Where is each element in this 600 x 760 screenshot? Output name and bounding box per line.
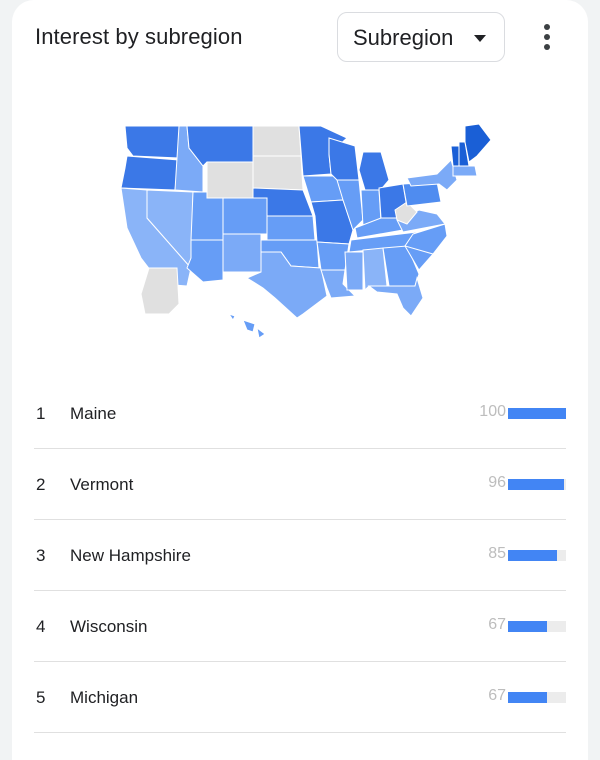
interest-bar xyxy=(508,621,566,632)
subregion-dropdown[interactable]: Subregion xyxy=(337,12,505,62)
interest-bar-fill xyxy=(508,550,558,561)
rank-number: 5 xyxy=(36,688,46,707)
interest-bar-fill xyxy=(508,692,547,703)
state-mississippi[interactable] xyxy=(344,251,364,291)
state-wisconsin[interactable] xyxy=(328,137,360,181)
more-options-button[interactable] xyxy=(538,22,558,52)
rank-number: 3 xyxy=(36,546,46,565)
state-maine[interactable] xyxy=(464,123,492,163)
state-hawaii[interactable] xyxy=(227,313,266,339)
state-alabama[interactable] xyxy=(362,247,388,292)
state-kansas[interactable] xyxy=(266,215,316,241)
interest-bar xyxy=(508,692,566,703)
more-vert-icon xyxy=(544,24,550,30)
state-vermont[interactable] xyxy=(450,145,460,167)
interest-bar-fill xyxy=(508,621,547,632)
ranking-row[interactable]: 1 Maine 100 xyxy=(34,378,566,449)
state-alaska[interactable] xyxy=(140,267,180,315)
state-arkansas[interactable] xyxy=(316,241,350,271)
interest-value: 85 xyxy=(488,545,506,562)
region-name: New Hampshire xyxy=(70,546,191,565)
interest-bar xyxy=(508,408,566,419)
card-header: Interest by subregion Subregion xyxy=(12,0,588,80)
state-north-dakota[interactable] xyxy=(252,125,302,157)
card-title: Interest by subregion xyxy=(35,24,243,49)
state-massachusetts[interactable] xyxy=(452,165,478,177)
choropleth-map xyxy=(120,123,492,339)
ranking-row[interactable]: 2 Vermont 96 xyxy=(34,449,566,520)
interest-bar xyxy=(508,550,566,561)
interest-value: 100 xyxy=(479,403,506,420)
rank-number: 1 xyxy=(36,404,46,423)
state-new-mexico[interactable] xyxy=(222,233,262,273)
more-vert-icon-dot xyxy=(544,34,550,40)
region-name: Wisconsin xyxy=(70,617,148,636)
rank-number: 4 xyxy=(36,617,46,636)
interest-bar-fill xyxy=(508,408,566,419)
interest-bar-fill xyxy=(508,479,564,490)
region-name: Michigan xyxy=(70,688,139,707)
interest-value: 96 xyxy=(488,474,506,491)
more-vert-icon-dot xyxy=(544,44,550,50)
caret-down-icon xyxy=(474,35,486,42)
ranking-row[interactable]: 3 New Hampshire 85 xyxy=(34,520,566,591)
ranking-row[interactable]: 5 Michigan 67 xyxy=(34,662,566,733)
interest-by-subregion-card: Interest by subregion Subregion 1 Maine 10… xyxy=(12,0,588,760)
state-wyoming[interactable] xyxy=(206,161,254,199)
state-south-dakota[interactable] xyxy=(252,155,304,191)
state-washington[interactable] xyxy=(124,125,180,159)
interest-value: 67 xyxy=(488,687,506,704)
interest-value: 67 xyxy=(488,616,506,633)
state-colorado[interactable] xyxy=(222,197,268,235)
ranking-list: 1 Maine 100 2 Vermont 96 3 New Hampshire 85 4 Wisc… xyxy=(34,378,566,733)
region-name: Vermont xyxy=(70,475,134,494)
ranking-row[interactable]: 4 Wisconsin 67 xyxy=(34,591,566,662)
dropdown-selected-label: Subregion xyxy=(353,25,454,50)
state-oregon[interactable] xyxy=(120,155,180,191)
interest-bar xyxy=(508,479,566,490)
state-arizona[interactable] xyxy=(186,239,224,283)
rank-number: 2 xyxy=(36,475,46,494)
state-utah[interactable] xyxy=(190,191,224,241)
region-name: Maine xyxy=(70,404,117,423)
us-map xyxy=(107,118,507,348)
